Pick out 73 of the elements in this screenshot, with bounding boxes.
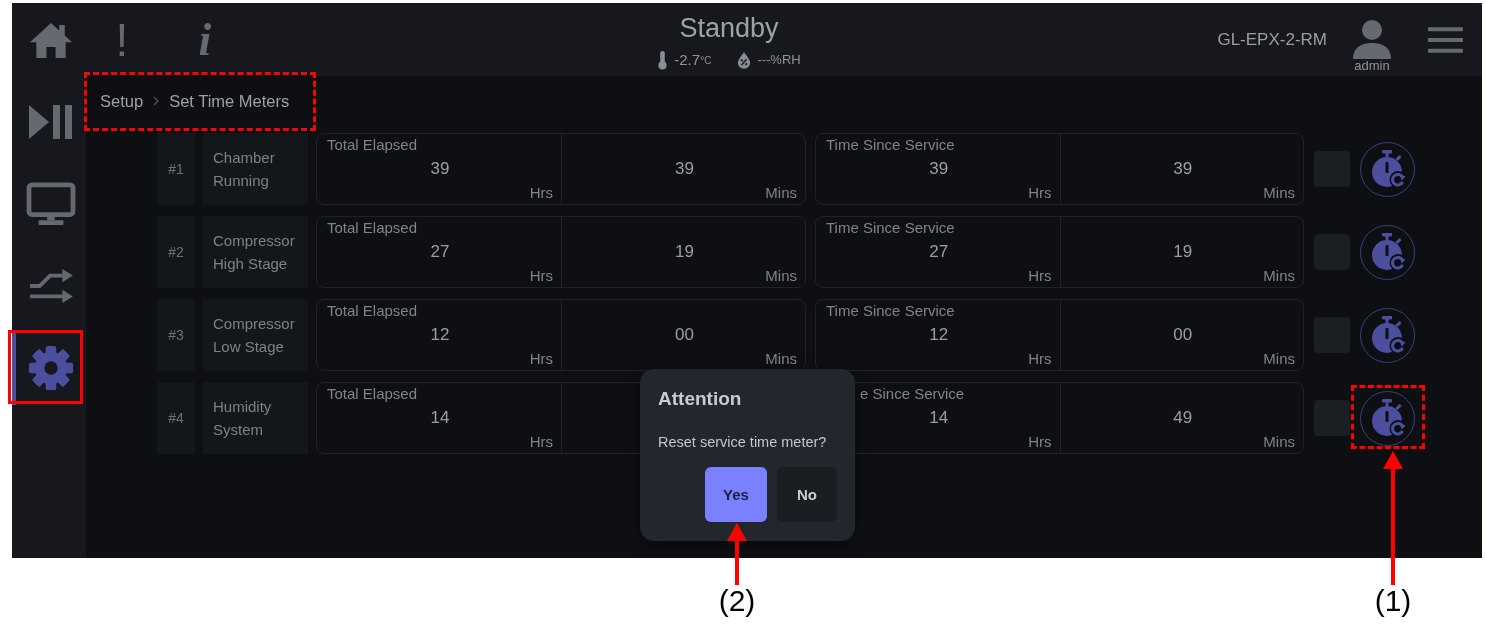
hours-value: 39 (929, 159, 949, 179)
meter-number: #3 (157, 299, 195, 371)
humidity-reading: ---%RH (757, 52, 801, 67)
dialog-message: Reset service time meter? (658, 433, 828, 451)
unit-label: Hrs (1028, 267, 1052, 285)
humidity-icon (737, 50, 752, 69)
minutes-value: 00 (1173, 325, 1193, 345)
unit-label: Hrs (1028, 350, 1052, 368)
play-pause-icon (29, 105, 73, 139)
account-button[interactable]: admin (1352, 18, 1392, 73)
meter-number: #2 (157, 216, 195, 288)
group-label: e Since Service (860, 385, 965, 403)
unit-label: Hrs (1028, 433, 1052, 451)
gear-icon (28, 345, 74, 391)
hours-value: 12 (430, 325, 450, 345)
status-indicator (1314, 400, 1350, 436)
hours-value: 39 (430, 159, 450, 179)
hours-value: 14 (430, 408, 450, 428)
thermometer-icon (657, 49, 669, 70)
callout-label: (1) (1374, 584, 1412, 618)
minutes-value: 49 (1173, 408, 1193, 428)
menu-button[interactable] (1428, 26, 1463, 53)
unit-label: Hrs (529, 350, 553, 368)
chevron-icon (153, 96, 160, 106)
unit-label: Hrs (529, 267, 553, 285)
unit-label: Mins (1263, 350, 1295, 368)
info-button[interactable]: i (175, 9, 235, 70)
arrows-icon (28, 267, 74, 305)
monitor-icon (26, 182, 76, 226)
unit-label: Hrs (529, 433, 553, 451)
unit-label: Mins (1263, 184, 1295, 202)
person-icon (1352, 18, 1392, 59)
home-icon (29, 21, 73, 59)
unit-label: Mins (765, 184, 797, 202)
meter-name: Humidity System (203, 382, 308, 454)
unit-label: Hrs (1028, 184, 1052, 202)
dialog-title: Attention (658, 387, 743, 411)
minutes-value: 39 (1173, 159, 1193, 179)
minutes-value: 19 (1173, 242, 1193, 262)
unit-label: Mins (1263, 433, 1295, 451)
hours-value: 12 (929, 325, 949, 345)
status-title: Standby (679, 11, 779, 44)
breadcrumb-current: Set Time Meters (169, 91, 290, 111)
group-label: Total Elapsed (327, 385, 418, 403)
minutes-value: 39 (675, 159, 694, 179)
confirm-button[interactable]: Yes (705, 467, 767, 522)
device-name: GL-EPX-2-RM (1217, 29, 1327, 50)
group-label: Total Elapsed (327, 302, 418, 320)
hours-value: 14 (929, 408, 949, 428)
hours-value: 27 (430, 242, 450, 262)
menu-icon (1428, 26, 1463, 53)
pointer-arrow (727, 523, 747, 585)
meter-name: Chamber Running (203, 133, 308, 205)
unit-label: Mins (1263, 267, 1295, 285)
group-label: Time Since Service (826, 136, 955, 154)
minutes-value: 19 (675, 242, 694, 262)
alert-button[interactable]: ! (92, 9, 152, 70)
hours-value: 27 (929, 242, 949, 262)
cancel-button[interactable]: No (777, 467, 837, 522)
meter-name: Compressor High Stage (203, 216, 308, 288)
group-label: Time Since Service (826, 302, 955, 320)
breadcrumb-link[interactable]: Setup (100, 91, 144, 111)
unit-label: Hrs (529, 184, 553, 202)
meter-number: #4 (157, 382, 195, 454)
meter-name: Compressor Low Stage (203, 299, 308, 371)
callout-label: (2) (718, 584, 756, 618)
group-label: Time Since Service (826, 219, 955, 237)
unit-label: Mins (765, 267, 797, 285)
group-label: Total Elapsed (327, 136, 418, 154)
meter-number: #1 (157, 133, 195, 205)
unit-label: Mins (765, 350, 797, 368)
group-label: Total Elapsed (327, 219, 418, 237)
minutes-value: 00 (675, 325, 694, 345)
